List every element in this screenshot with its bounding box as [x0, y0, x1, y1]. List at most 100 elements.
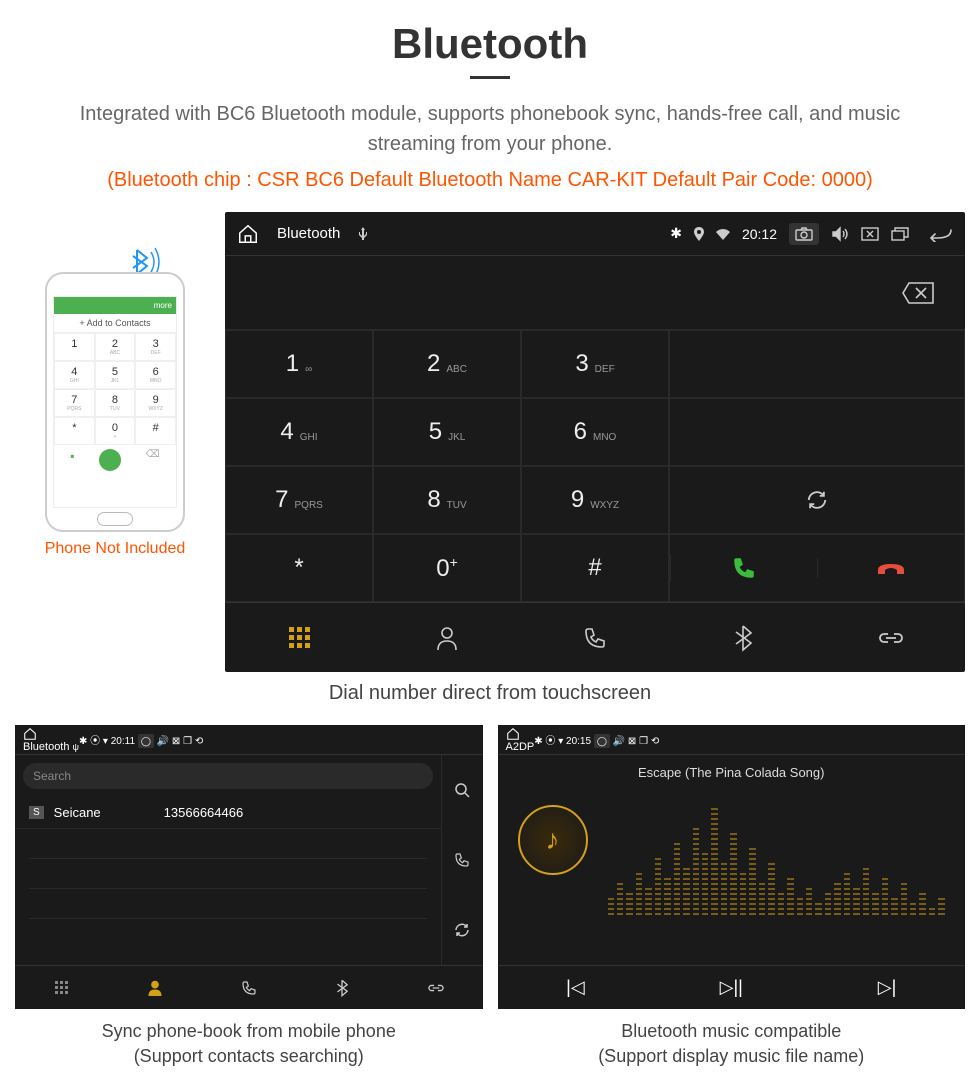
search-side-button[interactable]	[442, 755, 483, 825]
phone-key: 9WXYZ	[135, 389, 176, 417]
location-icon: ⦿	[90, 736, 100, 747]
keypad-tab[interactable]	[225, 603, 373, 672]
empty-cell	[669, 398, 965, 466]
pairing-tab[interactable]	[389, 966, 483, 1009]
phonebook-caption: Sync phone-book from mobile phone(Suppor…	[15, 1019, 483, 1069]
link-icon	[427, 981, 445, 995]
phone-key: 6MNO	[135, 361, 176, 389]
album-art-icon: ♪	[518, 805, 588, 875]
volume-icon[interactable]: 🔊	[613, 736, 625, 747]
play-pause-icon: ▷||	[720, 977, 743, 998]
contacts-tab[interactable]	[109, 966, 203, 1009]
phone-video-icon: ▪	[70, 449, 74, 471]
wifi-icon: ▾	[103, 736, 108, 747]
dial-key-*[interactable]: *	[225, 534, 373, 602]
sync-icon	[454, 922, 470, 938]
call-history-tab[interactable]	[202, 966, 296, 1009]
next-track-button[interactable]: ▷|	[809, 966, 965, 1009]
volume-icon[interactable]	[831, 226, 849, 242]
dial-key-2[interactable]: 2ABC	[373, 330, 521, 398]
phone-label: Phone Not Included	[15, 540, 215, 558]
home-icon[interactable]	[506, 727, 535, 741]
dial-key-3[interactable]: 3DEF	[521, 330, 669, 398]
clock-text: 20:12	[742, 226, 777, 242]
music-caption: Bluetooth music compatible(Support displ…	[498, 1019, 966, 1069]
person-icon	[147, 979, 163, 997]
prev-icon: |◁	[566, 977, 585, 998]
dial-key-5[interactable]: 5JKL	[373, 398, 521, 466]
bluetooth-tab[interactable]	[296, 966, 390, 1009]
call-button[interactable]	[670, 555, 817, 581]
phone-key: 2ABC	[95, 333, 136, 361]
person-icon	[435, 625, 459, 651]
pairing-tab[interactable]	[817, 603, 965, 672]
clock-text: 20:11	[111, 736, 135, 747]
volume-icon[interactable]: 🔊	[157, 736, 169, 747]
contact-row[interactable]: S Seicane 13566664466	[15, 797, 441, 829]
sync-button[interactable]	[669, 466, 965, 534]
next-icon: ▷|	[878, 977, 897, 998]
phone-icon	[583, 626, 607, 650]
phone-key: 1	[54, 333, 95, 361]
prev-track-button[interactable]: |◁	[498, 966, 654, 1009]
recent-apps-icon[interactable]: ❐	[639, 736, 648, 747]
dial-key-#[interactable]: #	[521, 534, 669, 602]
phone-key: 4GHI	[54, 361, 95, 389]
bluetooth-icon	[734, 624, 752, 652]
home-icon[interactable]	[237, 223, 259, 245]
phone-key: 5JKL	[95, 361, 136, 389]
recent-apps-icon[interactable]: ❐	[183, 736, 192, 747]
screen-title: Bluetooth	[23, 741, 69, 753]
dial-key-4[interactable]: 4GHI	[225, 398, 373, 466]
close-box-icon[interactable]: ⊠	[628, 736, 636, 747]
dial-key-1[interactable]: 1∞	[225, 330, 373, 398]
recent-apps-icon[interactable]	[891, 227, 909, 241]
sync-side-button[interactable]	[442, 895, 483, 965]
screen-title: Bluetooth	[277, 225, 340, 242]
close-box-icon[interactable]	[861, 227, 879, 241]
wifi-icon	[716, 228, 730, 240]
keypad-grid-icon	[289, 627, 310, 648]
phone-key: 0+	[95, 417, 136, 445]
phone-topbar: more	[54, 297, 176, 314]
dial-key-6[interactable]: 6MNO	[521, 398, 669, 466]
home-icon[interactable]	[23, 727, 79, 741]
link-icon	[877, 628, 905, 648]
phone-icon	[241, 980, 257, 996]
contact-number: 13566664466	[164, 805, 244, 820]
bluetooth-status-icon: ✱	[79, 736, 87, 747]
call-history-tab[interactable]	[521, 603, 669, 672]
phonebook-device: Bluetooth ψ ✱ ⦿ ▾ 20:11 ◯ 🔊 ⊠ ❐ ⟲	[15, 725, 483, 1009]
contacts-tab[interactable]	[373, 603, 521, 672]
keypad-tab[interactable]	[15, 966, 109, 1009]
close-box-icon[interactable]: ⊠	[172, 736, 180, 747]
contact-badge: S	[29, 806, 44, 819]
play-pause-button[interactable]: ▷||	[653, 966, 809, 1009]
camera-icon[interactable]	[789, 223, 819, 245]
phone-mockup: more + Add to Contacts 12ABC3DEF4GHI5JKL…	[45, 272, 185, 532]
dial-key-9[interactable]: 9WXYZ	[521, 466, 669, 534]
bluetooth-status-icon: ✱	[670, 225, 682, 242]
camera-icon[interactable]: ◯	[594, 734, 610, 748]
back-icon[interactable]: ⟲	[195, 736, 203, 747]
sync-icon	[806, 489, 828, 511]
dial-key-0[interactable]: 0+	[373, 534, 521, 602]
backspace-icon[interactable]	[901, 281, 935, 305]
search-icon	[454, 782, 470, 798]
search-input[interactable]: Search	[23, 763, 433, 789]
back-icon[interactable]	[927, 226, 953, 242]
main-dialer-device: Bluetooth ✱ 20:12 1∞	[225, 212, 965, 672]
phone-key: 7PQRS	[54, 389, 95, 417]
phone-column: more + Add to Contacts 12ABC3DEF4GHI5JKL…	[15, 212, 215, 558]
music-device: A2DP ✱ ⦿ ▾ 20:15 ◯ 🔊 ⊠ ❐ ⟲	[498, 725, 966, 1009]
dial-key-7[interactable]: 7PQRS	[225, 466, 373, 534]
wifi-icon: ▾	[558, 736, 563, 747]
camera-icon[interactable]: ◯	[138, 734, 154, 748]
call-side-button[interactable]	[442, 825, 483, 895]
dial-key-8[interactable]: 8TUV	[373, 466, 521, 534]
hangup-button[interactable]	[817, 558, 964, 578]
location-icon	[694, 227, 704, 241]
back-icon[interactable]: ⟲	[651, 736, 659, 747]
bluetooth-tab[interactable]	[669, 603, 817, 672]
clock-text: 20:15	[566, 736, 591, 747]
